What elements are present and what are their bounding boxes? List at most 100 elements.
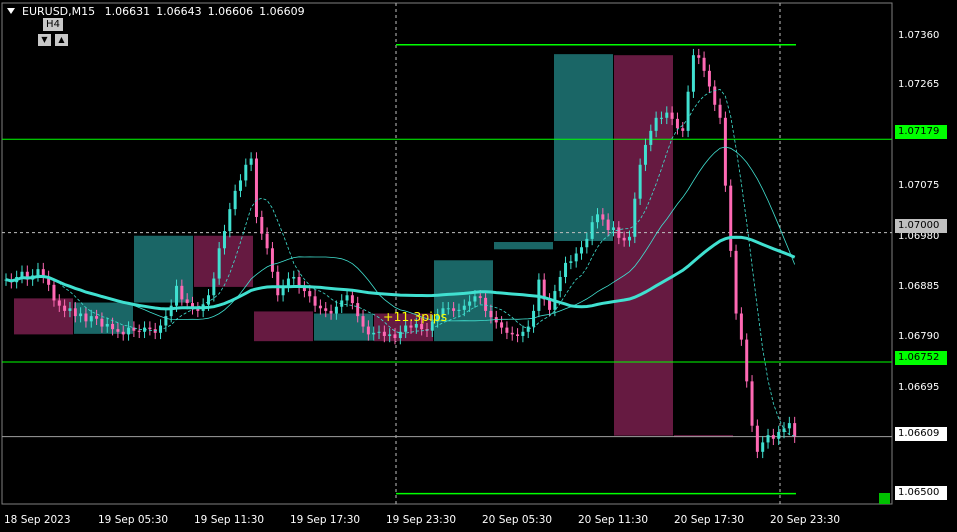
candle-bear bbox=[324, 308, 328, 311]
candle-bear bbox=[111, 323, 115, 330]
price-tick: 1.06695 bbox=[898, 382, 940, 393]
time-tick: 20 Sep 17:30 bbox=[674, 514, 745, 526]
candle-bull bbox=[569, 261, 573, 263]
ma-slow-line bbox=[5, 235, 796, 311]
candle-bull bbox=[228, 209, 232, 232]
candle-bear bbox=[510, 332, 514, 335]
candle-bear bbox=[409, 325, 413, 328]
candle-bull bbox=[611, 227, 615, 231]
candle-bull bbox=[462, 305, 466, 310]
time-tick: 20 Sep 05:30 bbox=[482, 514, 553, 526]
candle-bear bbox=[745, 339, 749, 382]
candle-bear bbox=[63, 305, 67, 311]
candle-bull bbox=[105, 323, 109, 327]
candle-bear bbox=[697, 55, 701, 58]
candle-bull bbox=[777, 431, 781, 439]
candle-bear bbox=[116, 329, 120, 332]
price-tick: 1.07075 bbox=[898, 180, 940, 191]
candle-bear bbox=[185, 299, 189, 304]
candle-bull bbox=[345, 295, 349, 301]
candle-bull bbox=[468, 301, 472, 306]
candle-bear bbox=[729, 185, 733, 251]
candle-bull bbox=[521, 331, 525, 336]
candle-bear bbox=[750, 381, 754, 426]
candle-bull bbox=[564, 262, 568, 277]
candle-bull bbox=[244, 164, 248, 181]
time-tick: 19 Sep 05:30 bbox=[98, 514, 169, 526]
line-price-tag: 1.07179 bbox=[895, 125, 947, 139]
time-tick: 19 Sep 23:30 bbox=[386, 514, 457, 526]
candle-bear bbox=[606, 219, 610, 231]
candle-bear bbox=[755, 425, 759, 452]
candle-bull bbox=[665, 112, 669, 118]
bid-price-tag: 1.06609 bbox=[895, 427, 947, 441]
candle-bull bbox=[68, 308, 72, 311]
timeframe-switcher: H4 ▼ ▲ bbox=[38, 18, 70, 48]
candle-bull bbox=[249, 158, 253, 165]
price-tick: 1.06790 bbox=[898, 331, 940, 342]
candle-bull bbox=[649, 130, 653, 145]
candle-bull bbox=[580, 247, 584, 254]
candle-bear bbox=[121, 331, 125, 335]
chart-shift-icon[interactable] bbox=[879, 493, 890, 504]
candle-bear bbox=[713, 86, 717, 105]
close-value: 1.06609 bbox=[259, 5, 305, 18]
candle-bear bbox=[793, 423, 797, 437]
candle-bear bbox=[366, 326, 370, 335]
candle-bull bbox=[222, 231, 226, 249]
candle-bull bbox=[292, 276, 296, 279]
price-tick: 1.06885 bbox=[898, 281, 940, 292]
candle-bull bbox=[766, 435, 770, 443]
candle-bear bbox=[718, 104, 722, 118]
candle-bear bbox=[254, 158, 258, 217]
candle-bear bbox=[57, 300, 61, 306]
candle-bear bbox=[601, 214, 605, 220]
candle-bear bbox=[478, 296, 482, 298]
candle-bull bbox=[233, 190, 237, 210]
open-value: 1.06631 bbox=[104, 5, 151, 18]
candle-bull bbox=[596, 214, 600, 223]
candle-bull bbox=[388, 334, 392, 336]
time-tick: 20 Sep 23:30 bbox=[770, 514, 841, 526]
candle-bull bbox=[372, 332, 376, 335]
candle-bull bbox=[686, 91, 690, 131]
candle-bear bbox=[420, 323, 424, 330]
low-value: 1.06606 bbox=[207, 5, 254, 18]
timeframe-label[interactable]: H4 bbox=[43, 18, 63, 31]
menu-triangle-icon[interactable] bbox=[7, 8, 15, 14]
candle-bull bbox=[761, 442, 765, 452]
ma-fast-line bbox=[5, 88, 795, 437]
candle-bull bbox=[787, 423, 791, 429]
chart-header: EURUSD,M15 1.06631 1.06643 1.06606 1.06609 bbox=[22, 5, 311, 18]
line-price-tag: 1.06752 bbox=[895, 351, 947, 365]
candle-bear bbox=[356, 303, 360, 317]
timeframe-up-icon[interactable]: ▲ bbox=[55, 34, 68, 46]
candle-bear bbox=[484, 297, 488, 311]
chart-window[interactable]: EURUSD,M15 1.06631 1.06643 1.06606 1.06609 … bbox=[0, 0, 957, 532]
candle-bull bbox=[691, 55, 695, 92]
candle-bull bbox=[89, 316, 93, 322]
candle-bear bbox=[382, 331, 386, 336]
plot-area[interactable] bbox=[0, 0, 957, 532]
price-tick: 1.07360 bbox=[898, 30, 940, 41]
candle-bull bbox=[574, 253, 578, 262]
candle-bear bbox=[739, 313, 743, 340]
line-price-tag: 1.07000 bbox=[895, 219, 947, 233]
candle-bear bbox=[84, 313, 88, 322]
candle-bear bbox=[350, 295, 354, 304]
candle-bear bbox=[270, 248, 274, 272]
candle-bull bbox=[286, 278, 290, 286]
h4-bear-box bbox=[614, 55, 673, 436]
candle-bear bbox=[361, 316, 365, 327]
candle-bull bbox=[79, 313, 83, 317]
timeframe-down-icon[interactable]: ▼ bbox=[38, 34, 51, 46]
candle-bear bbox=[723, 117, 727, 186]
candle-bull bbox=[473, 296, 477, 302]
candle-bull bbox=[659, 117, 663, 119]
candle-bull bbox=[585, 238, 589, 248]
candle-bear bbox=[681, 128, 685, 131]
candle-bull bbox=[638, 164, 642, 199]
candle-bear bbox=[505, 327, 509, 333]
candle-bear bbox=[276, 271, 280, 296]
candle-bull bbox=[633, 198, 637, 237]
